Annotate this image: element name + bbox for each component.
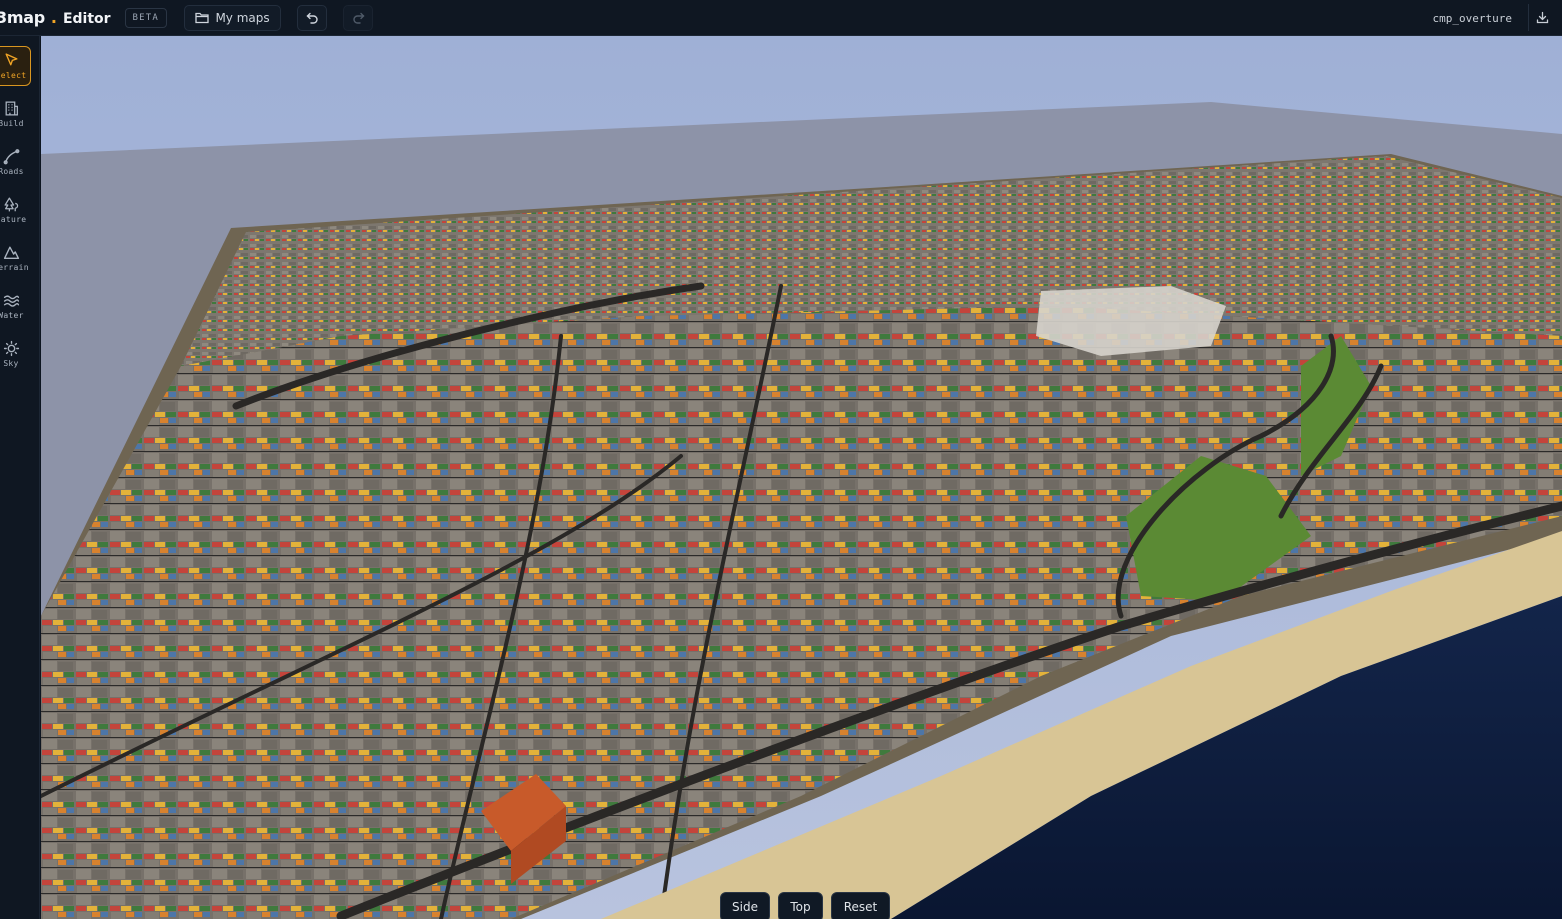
editor-title: Editor: [62, 11, 111, 27]
tool-sky-label: Sky: [3, 359, 19, 368]
brand-separator: .: [50, 8, 57, 27]
tool-nature-label: Nature: [0, 215, 27, 224]
my-maps-button[interactable]: My maps: [184, 4, 282, 31]
waves-icon: [3, 295, 19, 307]
tool-terrain-label: Terrain: [0, 263, 29, 272]
tool-roads[interactable]: Roads: [0, 142, 31, 182]
download-button[interactable]: [1528, 4, 1556, 31]
reset-view-button[interactable]: Reset: [831, 892, 890, 919]
view-controls: Side Top Reset: [720, 892, 890, 919]
mountain-icon: [3, 246, 19, 260]
top-view-button[interactable]: Top: [778, 892, 823, 919]
side-view-button[interactable]: Side: [720, 892, 770, 919]
map-name[interactable]: cmp_overture: [1433, 0, 1512, 36]
redo-button[interactable]: [343, 4, 374, 31]
top-bar: 3map . Editor BETA My maps cmp_overture: [0, 0, 1562, 36]
map-viewport[interactable]: [41, 36, 1562, 919]
redo-icon: [352, 12, 365, 24]
tool-sky[interactable]: Sky: [0, 334, 31, 374]
city-scene[interactable]: [41, 36, 1562, 919]
brand-logo[interactable]: 3map . Editor: [0, 8, 111, 27]
tool-build-label: Build: [0, 119, 24, 128]
road-icon: [3, 149, 19, 165]
tool-water[interactable]: Water: [0, 286, 31, 326]
brand-name: 3map: [0, 8, 45, 27]
tool-terrain[interactable]: Terrain: [0, 238, 31, 278]
my-maps-label: My maps: [215, 10, 270, 25]
undo-button[interactable]: [297, 4, 328, 31]
tree-icon: [3, 197, 18, 212]
building-icon: [5, 101, 18, 116]
download-icon: [1536, 11, 1549, 24]
folder-icon: [195, 12, 210, 24]
tool-select-label: Select: [0, 71, 27, 80]
tool-roads-label: Roads: [0, 167, 24, 176]
beta-badge: BETA: [124, 7, 168, 28]
tool-water-label: Water: [0, 311, 24, 320]
sun-icon: [3, 340, 19, 357]
cursor-icon: [4, 53, 18, 66]
tool-nature[interactable]: Nature: [0, 190, 31, 230]
tool-sidebar: Select Build Roads Nature Terrain Water …: [0, 36, 40, 919]
tool-select[interactable]: Select: [0, 46, 31, 86]
tool-build[interactable]: Build: [0, 94, 31, 134]
undo-icon: [306, 12, 318, 24]
